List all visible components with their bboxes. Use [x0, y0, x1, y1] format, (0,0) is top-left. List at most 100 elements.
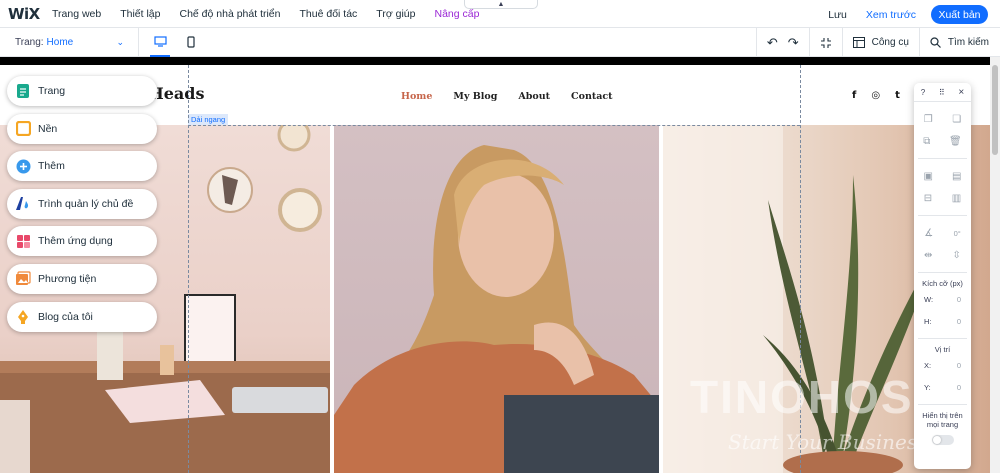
panel-pages-button[interactable]: Trang [7, 76, 157, 106]
scrollbar-thumb[interactable] [992, 65, 998, 155]
duplicate-icon[interactable]: ⧉ [923, 136, 930, 147]
height-field[interactable]: H: 0 [914, 310, 971, 332]
search-button[interactable]: Tìm kiếm [918, 28, 1000, 57]
bring-forward-icon[interactable]: ▣ [924, 171, 933, 182]
x-value[interactable]: 0 [957, 361, 961, 370]
send-backward-icon[interactable]: ▤ [952, 171, 961, 182]
paste-icon[interactable]: ❏ [952, 114, 961, 125]
width-label: W: [924, 294, 934, 304]
height-value[interactable]: 0 [957, 317, 961, 326]
arrange-row: ▣ ▤ [914, 165, 971, 187]
nav-contact[interactable]: Contact [571, 91, 613, 102]
panel-add-label: Thêm [38, 160, 65, 173]
menu-settings[interactable]: Thiết lập [120, 8, 160, 20]
canvas-scrollbar[interactable] [990, 57, 1000, 473]
gallery-image-portrait[interactable] [334, 125, 659, 473]
tools-icon [852, 37, 865, 48]
publish-button[interactable]: Xuất bản [931, 5, 988, 24]
panel-background-button[interactable]: Nền [7, 113, 157, 144]
distribute-icon[interactable]: ▥ [952, 193, 961, 204]
mobile-icon [187, 36, 195, 48]
chevron-down-icon: ⌄ [116, 36, 124, 47]
zoom-out-button[interactable] [808, 28, 842, 57]
social-bar[interactable]: f ◎ t [852, 90, 915, 101]
tools-panel-header: ? ⠿ × [914, 83, 971, 102]
left-add-panel: Trang Nền Thêm Trình quản lý chủ đề Thêm… [7, 76, 157, 339]
show-on-all-pages-toggle[interactable] [931, 435, 954, 445]
chevron-up-icon: ▲ [497, 0, 505, 8]
selection-guide-horizontal [188, 125, 800, 126]
search-icon [930, 37, 941, 48]
page-icon [15, 83, 31, 99]
save-button[interactable]: Lưu [828, 9, 847, 21]
y-value[interactable]: 0 [957, 383, 961, 392]
collapse-toolbar-button[interactable]: ▲ [464, 0, 538, 9]
panel-add-apps-button[interactable]: Thêm ứng dụng [7, 226, 157, 257]
desktop-view-button[interactable] [150, 28, 170, 57]
panel-add-button[interactable]: Thêm [7, 151, 157, 182]
width-value[interactable]: 0 [957, 295, 961, 304]
wix-logo[interactable]: WiX [8, 5, 52, 23]
page-selector[interactable]: Trang: Home ⌄ [0, 27, 139, 57]
align-icon[interactable]: ⊟ [924, 193, 932, 204]
panel-blog-label: Blog của tôi [38, 310, 93, 323]
flip-row: ⇹ ⇳ [914, 244, 971, 266]
top-strip [0, 57, 990, 65]
nav-my-blog[interactable]: My Blog [453, 91, 497, 102]
align-row: ⊟ ▥ [914, 187, 971, 209]
undo-redo-group: ↶ ↷ [755, 28, 809, 57]
nav-home[interactable]: Home [401, 91, 432, 102]
panel-blog-button[interactable]: Blog của tôi [7, 301, 157, 332]
panel-media-label: Phương tiện [38, 272, 97, 285]
x-label: X: [924, 360, 932, 370]
instagram-icon[interactable]: ◎ [871, 90, 880, 101]
close-icon[interactable]: × [958, 87, 964, 98]
mobile-view-button[interactable] [181, 28, 201, 57]
rotate-value[interactable]: 0° [954, 229, 961, 238]
panel-theme-manager-button[interactable]: Trình quản lý chủ đề [7, 188, 157, 219]
rotate-icon[interactable]: ∡ [924, 228, 933, 239]
portrait-photo [334, 145, 659, 473]
page-selector-value: Home [46, 36, 74, 48]
flip-horizontal-icon[interactable]: ⇹ [924, 250, 932, 261]
menu-dev-mode[interactable]: Chế độ nhà phát triển [180, 8, 281, 20]
redo-icon[interactable]: ↷ [788, 35, 799, 51]
panel-pages-label: Trang [38, 85, 66, 97]
width-field[interactable]: W: 0 [914, 288, 971, 310]
copy-paste-row: ❐ ❏ [914, 108, 971, 130]
zoom-out-icon [820, 37, 831, 48]
nav-about[interactable]: About [518, 91, 550, 102]
divider [918, 338, 967, 339]
site-nav[interactable]: Home My Blog About Contact [401, 91, 634, 102]
panel-theme-manager-label: Trình quản lý chủ đề [38, 197, 134, 210]
blog-icon [15, 309, 31, 325]
rotate-row: ∡ 0° [914, 222, 971, 244]
tools-button[interactable]: Công cụ [841, 28, 919, 57]
desktop-icon [153, 35, 167, 47]
menu-help[interactable]: Trợ giúp [376, 8, 415, 20]
copy-icon[interactable]: ❐ [924, 114, 933, 125]
y-label: Y: [924, 382, 931, 392]
tools-label: Công cụ [871, 37, 909, 48]
panel-media-button[interactable]: Phương tiện [7, 263, 157, 294]
undo-icon[interactable]: ↶ [767, 35, 778, 51]
panel-add-apps-label: Thêm ứng dụng [38, 235, 113, 248]
strip-tag: Dải ngang [188, 114, 229, 125]
show-on-all-pages-title: Hiển thị trên mọi trang [922, 411, 963, 429]
top-actions: Lưu Xem trước Xuất bản [828, 5, 988, 24]
facebook-icon[interactable]: f [852, 90, 856, 101]
preview-button[interactable]: Xem trước [866, 9, 916, 21]
trash-icon[interactable]: 🗑 [949, 136, 962, 147]
panel-background-label: Nền [38, 122, 58, 135]
divider [918, 272, 967, 273]
twitter-icon[interactable]: t [895, 90, 900, 101]
flip-vertical-icon[interactable]: ⇳ [953, 250, 961, 261]
menu-hire-partner[interactable]: Thuê đối tác [300, 8, 358, 20]
help-icon[interactable]: ? [921, 88, 925, 97]
menu-upgrade[interactable]: Nâng cấp [434, 8, 479, 20]
x-field[interactable]: X: 0 [914, 354, 971, 376]
drag-handle-icon[interactable]: ⠿ [939, 88, 945, 97]
y-field[interactable]: Y: 0 [914, 376, 971, 398]
background-icon [15, 121, 31, 137]
menu-site[interactable]: Trang web [52, 8, 101, 20]
